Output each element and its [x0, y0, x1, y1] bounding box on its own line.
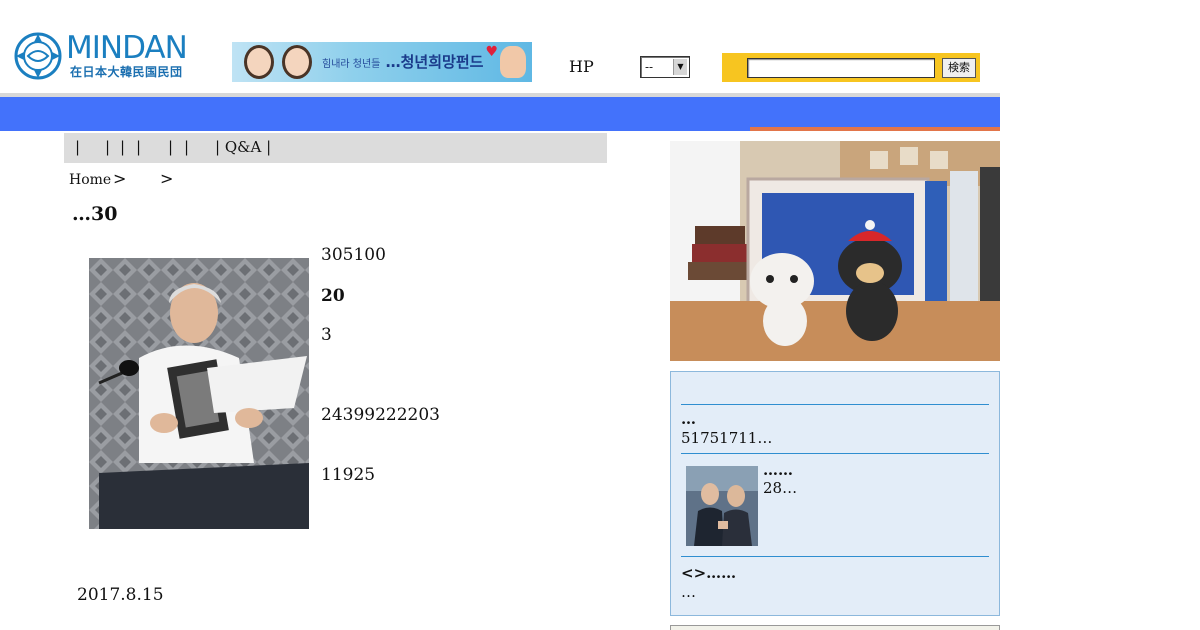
- submenu-item-qa[interactable]: | Q&A |: [215, 138, 271, 156]
- article-line-bold: 20: [321, 286, 345, 306]
- banner-small-text: 힘내라 청년들: [322, 59, 381, 70]
- article-line: 305100: [321, 245, 386, 265]
- banner-person-icon: [282, 45, 312, 79]
- news-item-title[interactable]: <>……: [681, 564, 736, 582]
- breadcrumb-separator: >: [160, 169, 174, 188]
- article-photo: [89, 258, 309, 529]
- submenu-item[interactable]: |: [184, 138, 189, 156]
- submenu-item[interactable]: |: [75, 138, 80, 156]
- main-nav-bar[interactable]: [0, 97, 1000, 131]
- hp-select[interactable]: -- ▼: [640, 56, 690, 78]
- search-input[interactable]: [747, 58, 935, 78]
- youth-hope-fund-banner[interactable]: 힘내라 청년들 …청년희망펀드 ♥: [232, 42, 532, 82]
- news-item-body[interactable]: 51751711…: [681, 429, 772, 447]
- submenu-item[interactable]: |: [168, 138, 173, 156]
- news-divider: [681, 453, 989, 454]
- heart-icon: ♥: [485, 44, 498, 60]
- news-panel: … 51751711… …… 28… <>…… …: [670, 371, 1000, 616]
- news-item-title[interactable]: …: [681, 410, 696, 428]
- sidebar-next-box: [670, 625, 1000, 630]
- banner-person-icon: [244, 45, 274, 79]
- breadcrumb-home[interactable]: Home: [69, 172, 111, 188]
- banner-main-text: …청년희망펀드: [385, 53, 484, 71]
- olympic-mascot-banner[interactable]: [670, 141, 1000, 361]
- article-line: 11925: [321, 465, 376, 485]
- article-line: 3: [321, 325, 332, 345]
- mindan-logo[interactable]: MINDAN 在日本大韓民国民団: [14, 30, 204, 82]
- sub-menu: | | | | | | | Q&A |: [64, 133, 607, 163]
- hp-select-value: --: [645, 60, 654, 74]
- article-line: 24399222203: [321, 405, 440, 425]
- news-divider: [681, 404, 989, 405]
- article-title: …30: [72, 203, 118, 225]
- nav-accent-bar: [750, 127, 1000, 131]
- hp-label: HP: [569, 57, 594, 76]
- news-item-body[interactable]: …: [681, 583, 696, 601]
- search-button[interactable]: 検索: [942, 58, 976, 78]
- article-date: 2017.8.15: [77, 585, 164, 605]
- breadcrumb-separator: >: [113, 169, 127, 188]
- submenu-item[interactable]: |: [105, 138, 110, 156]
- hand-icon: [500, 46, 526, 78]
- news-divider: [681, 556, 989, 557]
- news-thumbnail[interactable]: [686, 466, 758, 546]
- submenu-item[interactable]: |: [136, 138, 141, 156]
- logo-text: MINDAN: [66, 30, 188, 66]
- search-box: 検索: [722, 53, 980, 82]
- banner-text: 힘내라 청년들 …청년희망펀드: [322, 51, 483, 72]
- logo-subtitle: 在日本大韓民国民団: [70, 65, 183, 79]
- mindan-emblem-icon: [14, 32, 62, 80]
- chevron-down-icon[interactable]: ▼: [673, 59, 687, 75]
- news-item-body[interactable]: 28…: [763, 479, 797, 497]
- submenu-item[interactable]: |: [120, 138, 125, 156]
- news-item-title[interactable]: ……: [763, 461, 793, 479]
